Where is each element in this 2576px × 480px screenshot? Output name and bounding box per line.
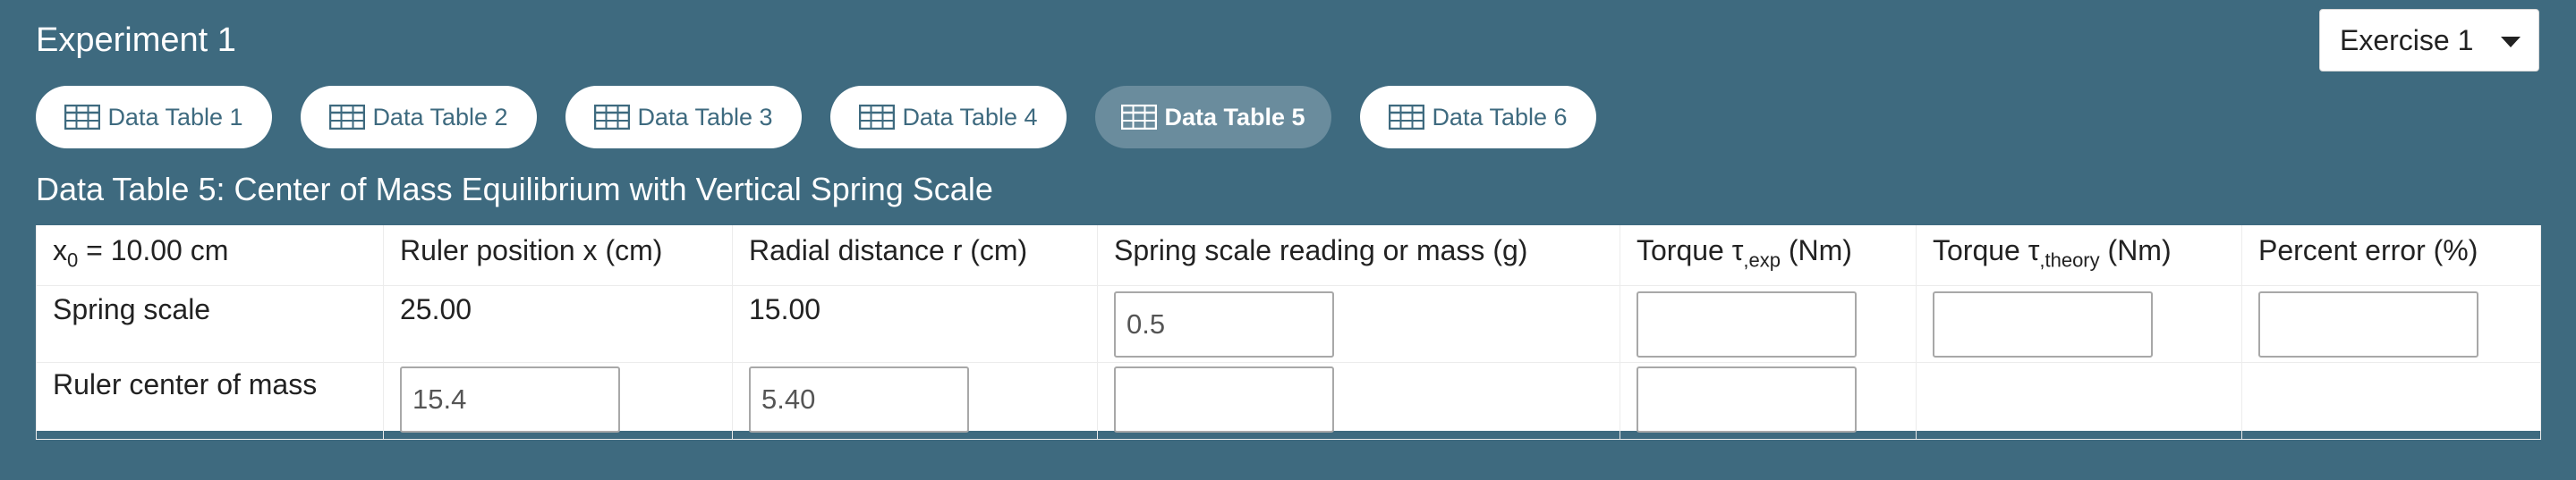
table-icon (1121, 105, 1158, 130)
radial-distance-input[interactable] (749, 366, 969, 434)
tab-data-table-4[interactable]: Data Table 4 (830, 86, 1067, 148)
header-x0: x0 = 10.00 cm (36, 225, 384, 287)
table-header-row: x0 = 10.00 cm Ruler position x (cm) Radi… (36, 225, 2541, 287)
torque-theory-input[interactable] (1933, 291, 2153, 358)
table-icon (859, 105, 896, 130)
data-table: x0 = 10.00 cm Ruler position x (cm) Radi… (36, 225, 2541, 441)
spring-reading-input[interactable] (1114, 291, 1334, 358)
table-icon (594, 105, 631, 130)
radial-distance-value: 15.00 (732, 285, 1098, 364)
empty-cell (1916, 362, 2242, 441)
tab-data-table-2[interactable]: Data Table 2 (301, 86, 537, 148)
tab-label: Data Table 2 (372, 103, 508, 131)
table-icon (1389, 105, 1425, 130)
tab-label: Data Table 1 (107, 103, 243, 131)
header-spring-reading: Spring scale reading or mass (g) (1097, 225, 1620, 287)
header-percent-error: Percent error (%) (2241, 225, 2541, 287)
header-radial-distance: Radial distance r (cm) (732, 225, 1098, 287)
table-title: Data Table 5: Center of Mass Equilibrium… (36, 171, 993, 207)
table-row: Spring scale 25.00 15.00 (36, 285, 2541, 364)
tab-data-table-6[interactable]: Data Table 6 (1360, 86, 1596, 148)
percent-error-input[interactable] (2258, 291, 2478, 358)
experiment-title: Experiment 1 (36, 21, 236, 59)
ruler-position-value: 25.00 (383, 285, 733, 364)
header-torque-theory: Torque τ,theory (Nm) (1916, 225, 2242, 287)
ruler-position-input[interactable] (400, 366, 620, 434)
table-icon (329, 105, 366, 130)
tab-label: Data Table 5 (1164, 103, 1305, 131)
exercise-select-value: Exercise 1 (2340, 23, 2474, 56)
tab-label: Data Table 3 (637, 103, 773, 131)
tab-data-table-5[interactable]: Data Table 5 (1095, 86, 1331, 148)
table-row: Ruler center of mass (36, 362, 2541, 441)
spring-reading-input[interactable] (1114, 366, 1334, 434)
header-ruler-position: Ruler position x (cm) (383, 225, 733, 287)
row-label: Spring scale (36, 285, 384, 364)
row-label: Ruler center of mass (36, 362, 384, 441)
torque-exp-input[interactable] (1637, 291, 1857, 358)
caret-down-icon (2501, 37, 2521, 47)
data-table-tabs: Data Table 1 Data Table 2 Data Table 3 D… (36, 86, 1596, 148)
torque-exp-input[interactable] (1637, 366, 1857, 434)
tab-data-table-3[interactable]: Data Table 3 (565, 86, 802, 148)
tab-data-table-1[interactable]: Data Table 1 (36, 86, 272, 148)
empty-cell (2241, 362, 2541, 441)
exercise-select[interactable]: Exercise 1 (2319, 9, 2539, 72)
tab-label: Data Table 6 (1432, 103, 1568, 131)
table-icon (64, 105, 101, 130)
header-torque-exp: Torque τ,exp (Nm) (1620, 225, 1917, 287)
tab-label: Data Table 4 (902, 103, 1038, 131)
